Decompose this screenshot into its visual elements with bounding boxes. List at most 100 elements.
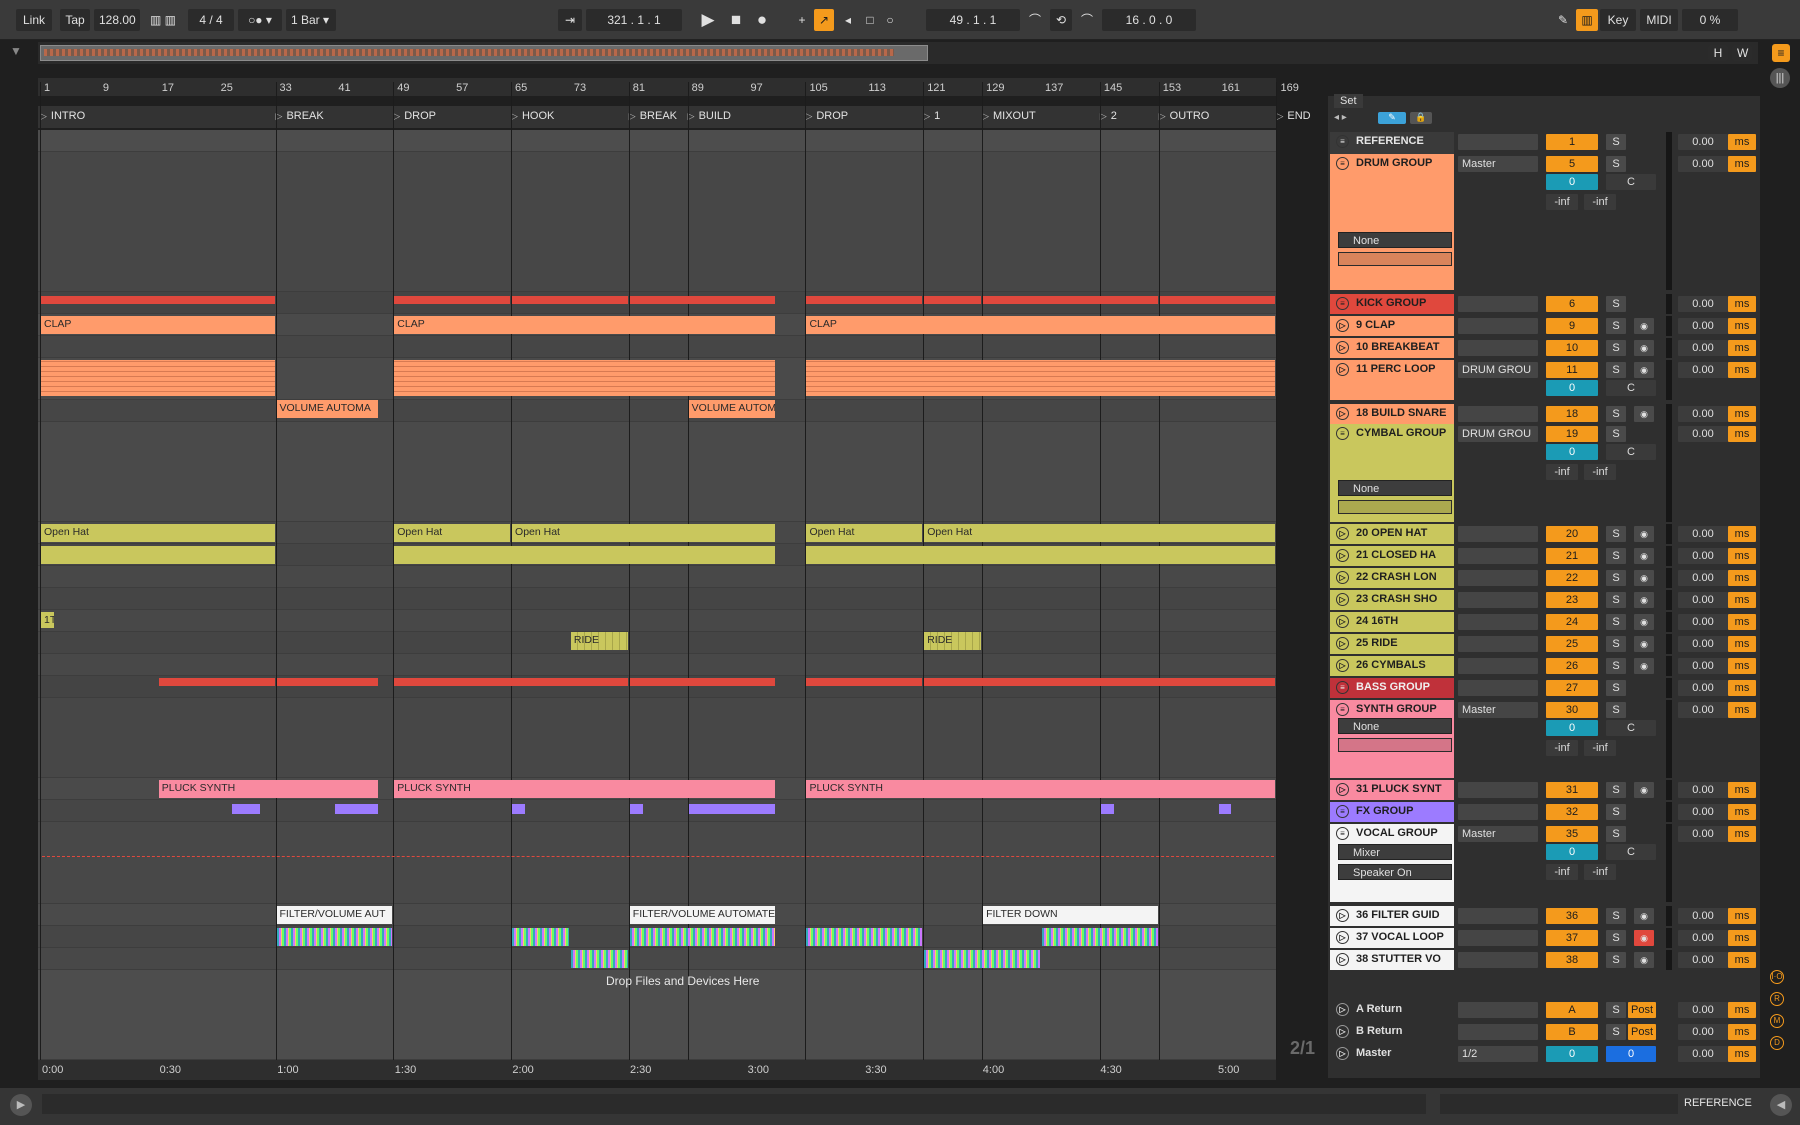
input-select[interactable]: None (1338, 480, 1452, 496)
delay-unit-button[interactable]: ms (1728, 570, 1756, 586)
track-number-button[interactable]: 31 (1546, 782, 1598, 798)
input-select[interactable]: None (1338, 232, 1452, 248)
arm-icon[interactable]: ◉ (1634, 318, 1654, 334)
delay-unit-button[interactable]: ms (1728, 134, 1756, 150)
delay-unit-button[interactable]: ms (1728, 296, 1756, 312)
track-activator-icon[interactable]: ▷ (1336, 783, 1349, 796)
track-activator-icon[interactable]: ▷ (1336, 319, 1349, 332)
kick-clip[interactable] (983, 296, 1158, 304)
track-output-routing[interactable] (1458, 296, 1538, 312)
track-name-21[interactable]: 37 VOCAL LOOP ▷ (1330, 928, 1454, 948)
delay-unit-button[interactable]: ms (1728, 908, 1756, 924)
delay-unit-button[interactable]: ms (1728, 526, 1756, 542)
arm-icon[interactable]: ◉ (1634, 614, 1654, 630)
track-lane[interactable] (38, 400, 1276, 422)
track-delay-field[interactable]: 0.00 (1678, 782, 1728, 798)
track-activator-icon[interactable]: ▷ (1336, 953, 1349, 966)
locator-2[interactable]: DROP (393, 110, 436, 122)
track-lane[interactable] (38, 152, 1276, 292)
delay-unit-button[interactable]: ms (1728, 636, 1756, 652)
return-routing[interactable] (1458, 1024, 1538, 1040)
track-number-button[interactable]: 36 (1546, 908, 1598, 924)
delay-unit-button[interactable]: ms (1728, 826, 1756, 842)
group-fold-icon[interactable]: ≡ (1336, 427, 1349, 440)
track-number-button[interactable]: 22 (1546, 570, 1598, 586)
menu-icon[interactable]: ≡ (1772, 44, 1790, 62)
track-activator-icon[interactable]: ▷ (1336, 1003, 1349, 1016)
clap-clip[interactable]: CLAP (806, 316, 1276, 334)
track-lane[interactable] (38, 654, 1276, 676)
track-number-button[interactable]: 5 (1546, 156, 1598, 172)
track-delay-field[interactable]: 0.00 (1678, 156, 1728, 172)
track-number-button[interactable]: 38 (1546, 952, 1598, 968)
solo-button[interactable]: S (1606, 908, 1626, 924)
delay-unit-button[interactable]: ms (1728, 782, 1756, 798)
delay-unit-button[interactable]: ms (1728, 952, 1756, 968)
filter-volume-clip[interactable]: FILTER/VOLUME AUTOMATE (629, 906, 775, 924)
quantize-menu[interactable]: 1 Bar ▾ (286, 9, 336, 31)
track-output-routing[interactable] (1458, 548, 1538, 564)
delay-unit-button[interactable]: ms (1728, 930, 1756, 946)
track-number-button[interactable]: 1 (1546, 134, 1598, 150)
track-activator-icon[interactable]: ▷ (1336, 527, 1349, 540)
solo-button[interactable]: S (1606, 134, 1626, 150)
info-view-icon[interactable]: ▶ (10, 1094, 32, 1116)
arm-icon[interactable]: ◉ (1634, 930, 1654, 946)
track-name-3[interactable]: 9 CLAP ▷ (1330, 316, 1454, 336)
track-name-9[interactable]: 21 CLOSED HA ▷ (1330, 546, 1454, 566)
track-output-routing[interactable]: Master (1458, 156, 1538, 172)
solo-button[interactable]: S (1606, 782, 1626, 798)
solo-button[interactable]: S (1606, 340, 1626, 356)
track-number-button[interactable]: 6 (1546, 296, 1598, 312)
track-name-8[interactable]: 20 OPEN HAT ▷ (1330, 524, 1454, 544)
track-number-button[interactable]: 11 (1546, 362, 1598, 378)
session-record-icon[interactable]: ○ (880, 9, 900, 31)
kick-clip[interactable] (806, 296, 923, 304)
solo-button[interactable]: S (1606, 636, 1626, 652)
track-delay-field[interactable]: 0.00 (1678, 826, 1728, 842)
loop-start-field[interactable]: 49 . 1 . 1 (926, 9, 1020, 31)
track-name-18[interactable]: FX GROUP ≡ (1330, 802, 1454, 822)
track-delay-field[interactable]: 0.00 (1678, 340, 1728, 356)
delay-unit-button[interactable]: ms (1728, 1046, 1756, 1062)
solo-button[interactable]: S (1606, 318, 1626, 334)
track-output-routing[interactable] (1458, 526, 1538, 542)
return-name[interactable]: B Return ▷ (1330, 1022, 1454, 1042)
track-name-19[interactable]: VOCAL GROUP ≡ (1330, 824, 1454, 902)
solo-button[interactable]: S (1606, 658, 1626, 674)
vocal-loop-clip[interactable] (1041, 928, 1158, 946)
fx-clip[interactable] (512, 804, 525, 814)
locator-4[interactable]: BREAK (629, 110, 677, 122)
mixer-toggle-icon[interactable]: M (1770, 1014, 1784, 1028)
pan-center-field[interactable]: C (1606, 380, 1656, 396)
detail-view-icon[interactable]: ◀ (1770, 1094, 1792, 1116)
delay-unit-button[interactable]: ms (1728, 592, 1756, 608)
mixer-select[interactable]: Mixer (1338, 844, 1452, 860)
post-button[interactable]: Post (1628, 1024, 1656, 1040)
play-icon[interactable]: ▶ (696, 9, 720, 31)
track-activator-icon[interactable]: ▷ (1336, 341, 1349, 354)
input-channel[interactable] (1338, 500, 1452, 514)
track-name-1[interactable]: DRUM GROUP ≡ (1330, 154, 1454, 290)
volume-automation-clip[interactable]: VOLUME AUTOMA (276, 400, 378, 418)
track-lane[interactable] (38, 422, 1276, 522)
track-name-20[interactable]: 36 FILTER GUID ▷ (1330, 906, 1454, 926)
arrangement-position[interactable]: 321 . 1 . 1 (586, 9, 682, 31)
track-activator-icon[interactable]: ▷ (1336, 571, 1349, 584)
track-name-6[interactable]: 18 BUILD SNARE ▷ (1330, 404, 1454, 424)
track-activator-icon[interactable]: ▷ (1336, 549, 1349, 562)
track-delay-field[interactable]: 0.00 (1678, 702, 1728, 718)
midi-map-button[interactable]: MIDI (1640, 9, 1678, 31)
arm-icon[interactable]: ◉ (1634, 362, 1654, 378)
locator-10[interactable]: OUTRO (1159, 110, 1210, 122)
track-number-button[interactable]: 20 (1546, 526, 1598, 542)
open-hat-clip[interactable]: Open Hat (512, 524, 775, 542)
track-name-2[interactable]: KICK GROUP ≡ (1330, 294, 1454, 314)
pan-zero-field[interactable]: 0 (1546, 174, 1598, 190)
pluck-clip[interactable]: PLUCK SYNTH (806, 780, 1276, 798)
vocal-loop-clip[interactable] (276, 928, 393, 946)
track-lane[interactable] (38, 698, 1276, 778)
track-delay-field[interactable]: 0.00 (1678, 636, 1728, 652)
return-routing[interactable] (1458, 1002, 1538, 1018)
solo-button[interactable]: S (1606, 826, 1626, 842)
